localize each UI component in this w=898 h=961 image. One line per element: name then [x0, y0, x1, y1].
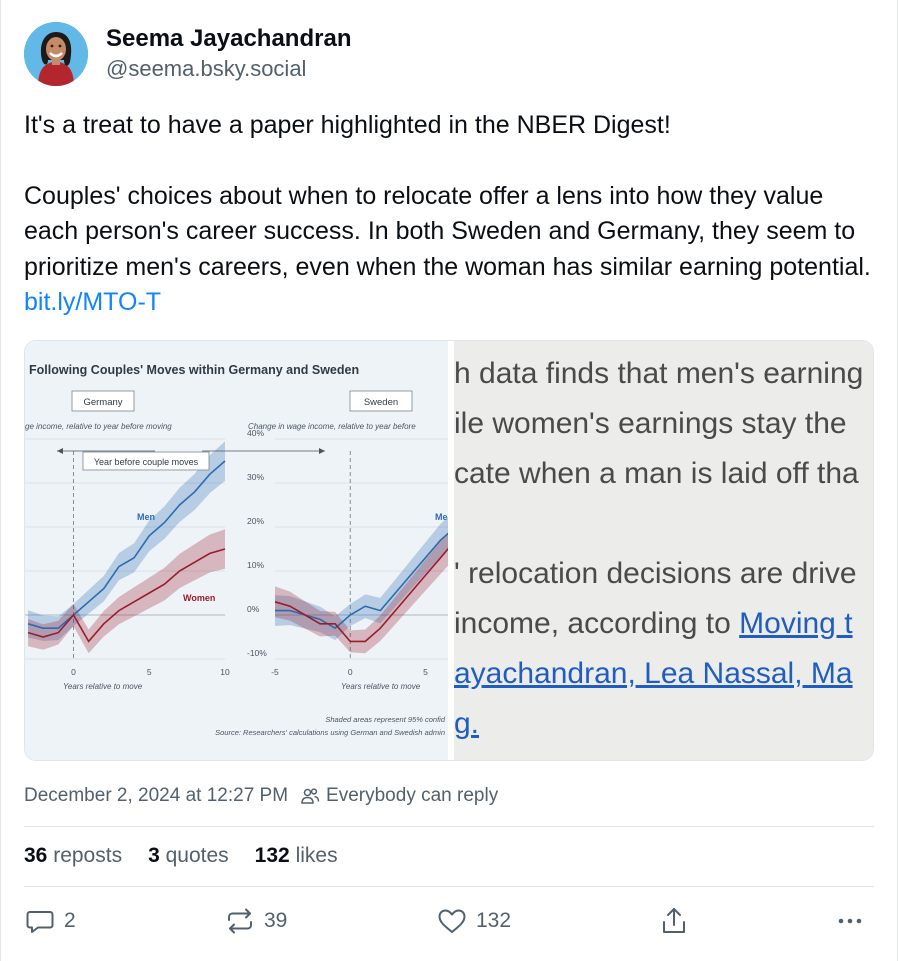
confidence-band [28, 529, 225, 654]
reposts-label: reposts [53, 844, 123, 867]
share-icon [663, 908, 685, 933]
avatar[interactable] [24, 22, 88, 86]
y-tick-label: 40% [247, 428, 264, 438]
post-paragraph: It's a treat to have a paper highlighted… [24, 111, 671, 139]
quotes-stat[interactable]: 3 quotes [148, 844, 229, 868]
post-text: It's a treat to have a paper highlighted… [24, 108, 874, 321]
y-tick-label: 0% [247, 604, 260, 614]
chart-ylabel-right: Change in wage income, relative to year … [248, 422, 416, 431]
like-button[interactable]: 132 [436, 905, 511, 937]
screenshot-line-link: Moving t [739, 607, 853, 640]
confidence-band [275, 532, 448, 654]
more-options-button[interactable] [834, 905, 866, 937]
y-tick-label: 20% [247, 516, 264, 526]
y-tick-label: 30% [247, 472, 264, 482]
screenshot-line-text: ' relocation decisions are drive [454, 557, 857, 590]
quotes-count: 3 [148, 844, 160, 867]
post-meta: December 2, 2024 at 12:27 PM Everybody c… [24, 785, 498, 807]
reply-setting: Everybody can reply [326, 785, 499, 806]
chart-figure: Following Couples' Moves within Germany … [25, 363, 448, 737]
screenshot-line: ayachandran, Lea Nassal, Ma [454, 657, 853, 691]
series-label-women: Women [183, 593, 215, 603]
quotes-label: quotes [165, 844, 229, 867]
x-tick-label: 5 [147, 667, 152, 677]
post-link[interactable]: bit.ly/MTO-T [24, 288, 161, 316]
annotation-arrow-head [319, 448, 325, 454]
x-tick-label: 0 [348, 667, 353, 677]
screenshot-line: ' relocation decisions are drive [454, 557, 857, 591]
screenshot-line: g. [454, 707, 479, 741]
avatar-image [24, 22, 88, 86]
likes-count: 132 [254, 844, 290, 867]
screenshot-line-text: income, according to [454, 607, 740, 640]
screenshot-line-text: ile women's earnings stay the [454, 407, 847, 440]
share-button[interactable] [660, 905, 688, 937]
people-icon [300, 786, 320, 806]
screenshot-line: income, according to Moving t [454, 607, 853, 641]
like-count: 132 [476, 909, 512, 932]
chart-image[interactable]: Following Couples' Moves within Germany … [25, 341, 448, 760]
author-name[interactable]: Seema Jayachandran [106, 24, 351, 54]
text-screenshot-image[interactable]: h data finds that men's earning ile women… [448, 341, 873, 760]
post-header: Seema Jayachandran @seema.bsky.social [24, 22, 351, 86]
reposts-count: 36 [24, 844, 48, 867]
screenshot-line-link: g. [454, 707, 480, 740]
series-label-men: Men [137, 512, 155, 522]
x-tick-label: 5 [423, 667, 428, 677]
screenshot-line: ile women's earnings stay the [454, 407, 847, 441]
screenshot-line: h data finds that men's earning [454, 357, 863, 391]
likes-label: likes [295, 844, 338, 867]
y-tick-label: -10% [247, 648, 267, 658]
reply-button[interactable]: 2 [24, 905, 76, 937]
x-tick-label: 0 [71, 667, 76, 677]
repost-count: 39 [264, 909, 288, 932]
post-paragraph-text: Couples' choices about when to relocate … [24, 181, 878, 281]
author-handle[interactable]: @seema.bsky.social [106, 54, 351, 84]
panel-label-sweden: Sweden [364, 397, 398, 408]
series-label-men-right: Me [435, 512, 448, 522]
x-tick-label: -5 [271, 667, 279, 677]
reposts-stat[interactable]: 36 reposts [24, 844, 122, 868]
annotation-arrow-head [57, 448, 63, 454]
x-tick-label: 10 [220, 667, 230, 677]
screenshot-line-text: h data finds that men's earning [454, 357, 864, 390]
reply-icon [26, 911, 54, 933]
repost-icon [228, 908, 252, 934]
post-media[interactable]: Following Couples' Moves within Germany … [24, 340, 874, 761]
post-paragraph: Couples' choices about when to relocate … [24, 179, 874, 321]
reply-count: 2 [64, 909, 76, 932]
chart-title: Following Couples' Moves within Germany … [29, 363, 359, 377]
y-tick-label: 10% [247, 560, 264, 570]
chart-note: Shaded areas represent 95% confid [325, 715, 445, 724]
chart-ylabel-left: ge income, relative to year before movin… [25, 422, 172, 431]
likes-stat[interactable]: 132 likes [255, 844, 338, 868]
left-border [0, 0, 1, 961]
screenshot-line: cate when a man is laid off tha [454, 457, 859, 491]
chart-source: Source: Researchers' calculations using … [215, 728, 445, 737]
screenshot-line-link: ayachandran, Lea Nassal, Ma [454, 657, 853, 690]
chart-xlabel-left: Years relative to move [63, 682, 143, 691]
post-actions: 2 39 132 [24, 905, 874, 945]
chart-xlabel-right: Years relative to move [341, 682, 421, 691]
divider [24, 886, 874, 887]
panel-label-germany: Germany [83, 397, 122, 408]
divider [24, 826, 874, 827]
post-stats: 36 reposts 3 quotes 132 likes [24, 844, 364, 868]
repost-button[interactable]: 39 [224, 905, 287, 937]
heart-icon [438, 909, 466, 933]
post-timestamp[interactable]: December 2, 2024 at 12:27 PM [24, 785, 288, 807]
ellipsis-icon [838, 918, 862, 924]
annotation-text: Year before couple moves [94, 457, 199, 467]
screenshot-line-text: cate when a man is laid off tha [454, 457, 859, 490]
